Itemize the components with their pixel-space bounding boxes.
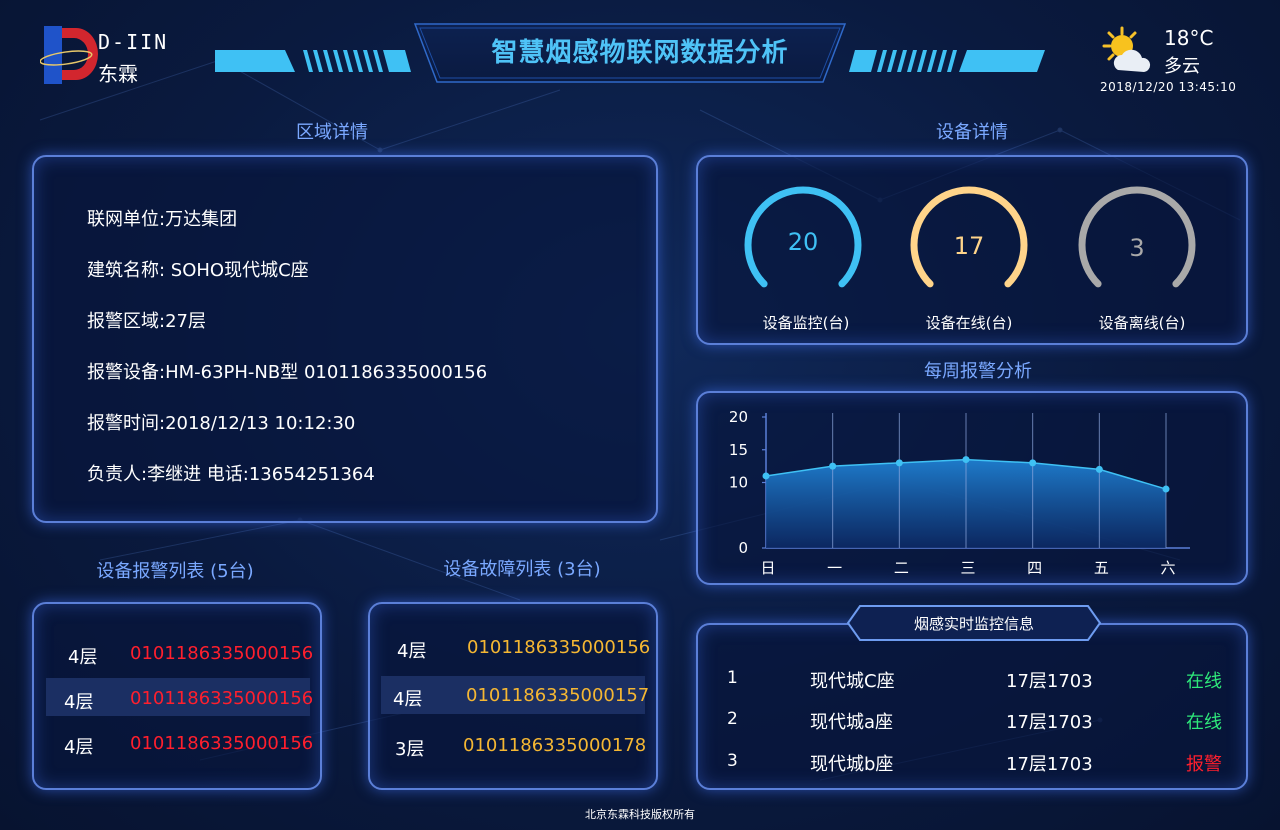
fault-row-id[interactable]: 0101186335000157 bbox=[466, 685, 649, 706]
gauge-offline-label: 设备离线(台) bbox=[1098, 314, 1186, 332]
info-unit: 联网单位:万达集团 bbox=[87, 209, 238, 230]
data-point bbox=[895, 459, 903, 467]
data-point bbox=[1095, 465, 1103, 473]
gauge-online-value: 17 bbox=[953, 232, 985, 260]
info-alarm-device: 报警设备:HM-63PH-NB型 0101186335000156 bbox=[87, 362, 488, 383]
region-title: 区域详情 bbox=[296, 122, 368, 143]
alarm-row-id[interactable]: 0101186335000156 bbox=[130, 643, 313, 664]
fault-row-id[interactable]: 0101186335000178 bbox=[463, 735, 646, 756]
partly-cloudy-icon bbox=[1102, 26, 1151, 72]
alarm-row-id[interactable]: 0101186335000156 bbox=[130, 688, 313, 709]
data-point bbox=[1029, 459, 1037, 467]
monitor-row-status: 报警 bbox=[1186, 754, 1222, 775]
x-tick-label: 一 bbox=[827, 559, 842, 577]
alarm-row-floor[interactable]: 4层 bbox=[64, 733, 93, 759]
monitor-row-room[interactable]: 17层1703 bbox=[1006, 708, 1093, 734]
y-tick-label: 20 bbox=[729, 408, 748, 426]
info-building: 建筑名称: SOHO现代城C座 bbox=[87, 260, 309, 281]
fault-row-floor[interactable]: 3层 bbox=[395, 735, 424, 761]
data-point bbox=[1162, 485, 1170, 493]
x-tick-label: 六 bbox=[1160, 559, 1175, 577]
y-tick-label: 15 bbox=[729, 441, 748, 459]
gauge-online-label: 设备在线(台) bbox=[925, 314, 1013, 332]
x-tick-label: 四 bbox=[1027, 559, 1042, 577]
devices-title: 设备详情 bbox=[936, 122, 1008, 143]
y-tick-label: 10 bbox=[729, 474, 748, 492]
weekly-title: 每周报警分析 bbox=[924, 361, 1032, 382]
monitor-row-building[interactable]: 现代城a座 bbox=[810, 708, 893, 734]
data-point bbox=[762, 472, 770, 480]
logo-text-en: D-IIN bbox=[98, 30, 169, 54]
temperature: 18°C bbox=[1164, 26, 1214, 50]
fault-list-title: 设备故障列表 (3台) bbox=[443, 559, 601, 580]
monitor-row-status: 在线 bbox=[1186, 671, 1222, 692]
logo-text-cn: 东霖 bbox=[98, 62, 138, 86]
page-title: 智慧烟感物联网数据分析 bbox=[491, 38, 789, 68]
footer-copyright: 北京东霖科技版权所有 bbox=[585, 808, 695, 821]
x-tick-label: 二 bbox=[894, 559, 909, 577]
gauge-monitor-label: 设备监控(台) bbox=[762, 314, 850, 332]
data-point bbox=[829, 462, 837, 470]
data-point bbox=[962, 456, 970, 464]
fault-row-floor[interactable]: 4层 bbox=[393, 685, 422, 711]
x-tick-label: 日 bbox=[760, 559, 775, 577]
monitor-row-room[interactable]: 17层1703 bbox=[1006, 667, 1093, 693]
monitor-row-room[interactable]: 17层1703 bbox=[1006, 750, 1093, 776]
gauge-offline-value: 3 bbox=[1129, 234, 1145, 262]
info-contact: 负责人:李继进 电话:13654251364 bbox=[87, 464, 375, 485]
monitor-row-no: 2 bbox=[727, 709, 738, 729]
datetime: 2018/12/20 13:45:10 bbox=[1100, 80, 1237, 94]
info-alarm-area: 报警区域:27层 bbox=[87, 311, 206, 332]
fault-row-floor[interactable]: 4层 bbox=[397, 637, 426, 663]
fault-row-id[interactable]: 0101186335000156 bbox=[467, 637, 650, 658]
monitor-row-building[interactable]: 现代城C座 bbox=[810, 667, 895, 693]
x-tick-label: 五 bbox=[1094, 559, 1109, 577]
alarm-row-floor[interactable]: 4层 bbox=[68, 643, 97, 669]
monitor-row-no: 1 bbox=[727, 668, 738, 688]
alarm-list-title: 设备报警列表 (5台) bbox=[96, 561, 254, 582]
alarm-row-floor[interactable]: 4层 bbox=[64, 688, 93, 714]
gauge-monitor-value: 20 bbox=[787, 228, 819, 256]
weekly-alarm-chart: 0 10 15 20 日 一 二 三 四 五 六 bbox=[729, 408, 1190, 577]
monitor-row-no: 3 bbox=[727, 751, 738, 771]
monitor-panel bbox=[696, 623, 1248, 790]
weather-condition: 多云 bbox=[1164, 56, 1200, 77]
monitor-row-status: 在线 bbox=[1186, 712, 1222, 733]
x-tick-label: 三 bbox=[960, 559, 975, 577]
alarm-row-id[interactable]: 0101186335000156 bbox=[130, 733, 313, 754]
monitor-row-building[interactable]: 现代城b座 bbox=[810, 750, 893, 776]
monitor-title: 烟感实时监控信息 bbox=[913, 615, 1034, 633]
info-alarm-time: 报警时间:2018/12/13 10:12:30 bbox=[87, 413, 356, 434]
y-tick-label: 0 bbox=[738, 539, 748, 557]
